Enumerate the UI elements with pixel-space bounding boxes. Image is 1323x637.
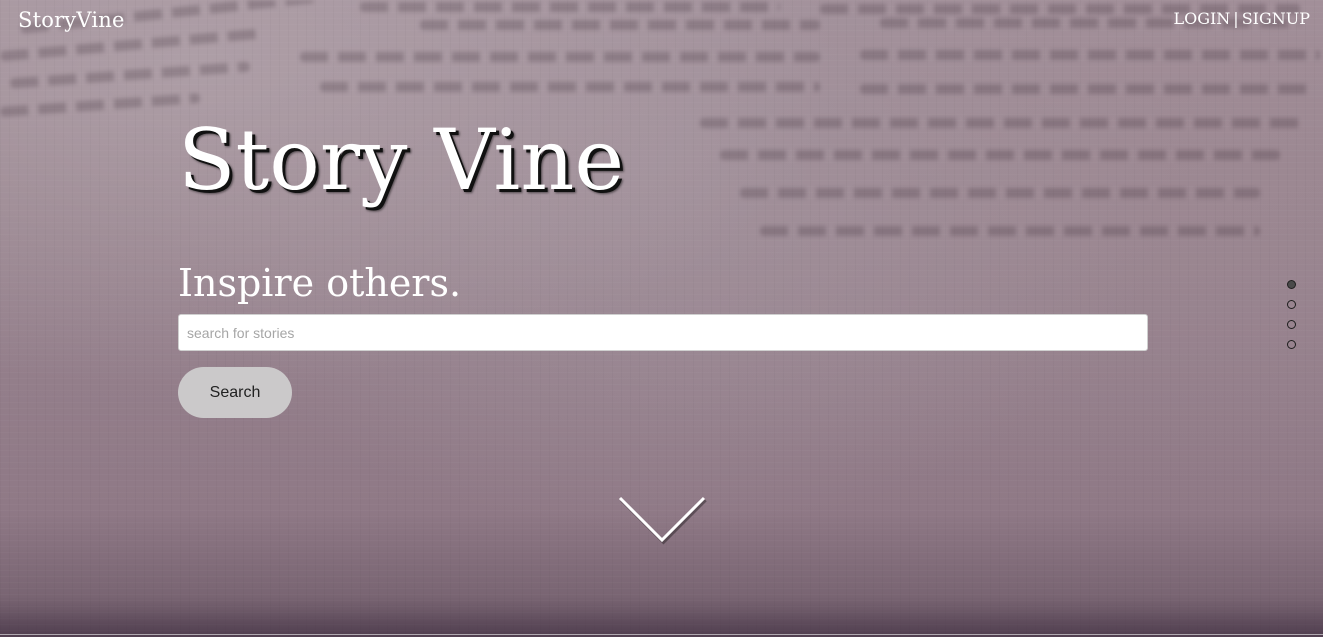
hero-bottom-divider [0,634,1323,635]
brand-logo-link[interactable]: StoryVine [18,8,125,32]
scroll-down-button[interactable] [614,492,710,546]
auth-nav: LOGIN | SIGNUP [1173,9,1310,28]
hero-title: Story Vine [178,111,625,209]
chevron-down-icon [618,496,707,545]
section-dot-4[interactable] [1287,340,1296,349]
auth-separator: | [1233,9,1239,28]
section-dot-3[interactable] [1287,320,1296,329]
signup-link[interactable]: SIGNUP [1242,9,1310,28]
login-link[interactable]: LOGIN [1173,9,1230,28]
section-dot-1[interactable] [1287,280,1296,289]
hero-bottom-shade [0,596,1323,637]
hero-tagline: Inspire others. [178,261,462,305]
section-dot-2[interactable] [1287,300,1296,309]
search-input[interactable] [178,314,1148,351]
search-button[interactable]: Search [178,367,292,418]
